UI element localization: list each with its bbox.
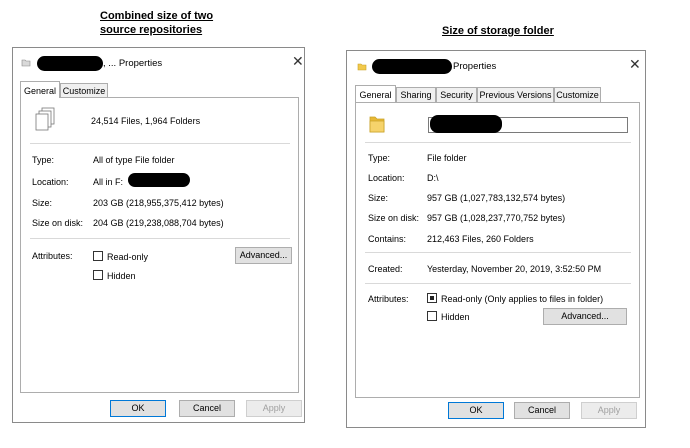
right-properties-dialog: Properties ✕ General Sharing Security Pr… (346, 50, 646, 428)
hidden-checkbox[interactable] (93, 270, 103, 280)
apply-button[interactable]: Apply (246, 400, 302, 417)
right-dialog-title: Properties (453, 61, 497, 72)
location-value: All in F: (93, 177, 124, 187)
type-label: Type: (32, 155, 55, 165)
readonly-label: Read-only (Only applies to files in fold… (441, 294, 604, 304)
ok-button[interactable]: OK (110, 400, 166, 417)
type-value: All of type File folder (93, 155, 175, 165)
cancel-button[interactable]: Cancel (179, 400, 235, 417)
location-label: Location: (32, 177, 69, 187)
size-on-disk-label: Size on disk: (32, 218, 84, 228)
divider (365, 252, 631, 253)
redacted-location (128, 173, 190, 187)
apply-button[interactable]: Apply (581, 402, 637, 419)
left-dialog-titlebar: , ... Properties ✕ (13, 48, 304, 76)
type-value: File folder (427, 153, 467, 163)
tab-general[interactable]: General (355, 85, 396, 102)
readonly-checkbox[interactable] (427, 293, 437, 303)
tab-security[interactable]: Security (436, 87, 477, 102)
tab-sharing[interactable]: Sharing (396, 87, 436, 102)
redacted-folder-name (372, 59, 452, 74)
hidden-label: Hidden (107, 271, 136, 281)
size-value: 957 GB (1,027,783,132,574 bytes) (427, 193, 566, 203)
right-dialog-titlebar: Properties ✕ (347, 51, 645, 79)
location-value: D:\ (427, 173, 439, 183)
caption-left-line1: Combined size of two (100, 10, 214, 22)
folder-icon (367, 113, 389, 137)
divider (365, 142, 631, 143)
attributes-label: Attributes: (368, 294, 409, 304)
left-general-panel: 24,514 Files, 1,964 Folders Type: All of… (20, 97, 299, 393)
size-label: Size: (368, 193, 389, 203)
title-folder-icon (21, 58, 31, 67)
tab-general[interactable]: General (20, 81, 60, 98)
tab-customize[interactable]: Customize (554, 87, 601, 102)
size-on-disk-value: 957 GB (1,028,237,770,752 bytes) (427, 213, 566, 223)
size-on-disk-value: 204 GB (219,238,088,704 bytes) (93, 218, 224, 228)
created-label: Created: (368, 264, 403, 274)
left-properties-dialog: , ... Properties ✕ General Customize 24,… (12, 47, 305, 423)
close-icon[interactable]: ✕ (292, 53, 304, 69)
divider (30, 238, 290, 239)
right-general-panel: Type: File folder Location: D:\ Size: 95… (355, 102, 640, 398)
advanced-button[interactable]: Advanced... (235, 247, 292, 264)
divider (30, 143, 290, 144)
ok-button[interactable]: OK (448, 402, 504, 419)
multiple-files-icon (34, 107, 56, 135)
location-label: Location: (368, 173, 405, 183)
divider (365, 283, 631, 284)
hidden-checkbox[interactable] (427, 311, 437, 321)
caption-left-line2: source repositories (100, 24, 203, 36)
attributes-label: Attributes: (32, 251, 73, 261)
tab-customize[interactable]: Customize (60, 83, 108, 98)
size-value: 203 GB (218,955,375,412 bytes) (93, 198, 224, 208)
created-value: Yesterday, November 20, 2019, 3:52:50 PM (427, 264, 602, 274)
tab-previous-versions[interactable]: Previous Versions (477, 87, 554, 102)
advanced-button[interactable]: Advanced... (543, 308, 627, 325)
right-tab-bar: General Sharing Security Previous Versio… (355, 85, 639, 103)
redacted-folder-name (430, 115, 502, 133)
cancel-button[interactable]: Cancel (514, 402, 570, 419)
size-label: Size: (32, 198, 53, 208)
size-on-disk-label: Size on disk: (368, 213, 420, 223)
caption-right: Size of storage folder (442, 25, 554, 37)
title-folder-icon (357, 62, 367, 73)
left-dialog-title: , ... Properties (103, 58, 163, 69)
readonly-checkbox[interactable] (93, 251, 103, 261)
redacted-folder-name (37, 56, 103, 71)
close-icon[interactable]: ✕ (629, 56, 641, 72)
contains-value: 212,463 Files, 260 Folders (427, 234, 534, 244)
hidden-label: Hidden (441, 312, 470, 322)
readonly-label: Read-only (107, 252, 149, 262)
type-label: Type: (368, 153, 391, 163)
files-folders-summary: 24,514 Files, 1,964 Folders (91, 116, 201, 126)
contains-label: Contains: (368, 234, 407, 244)
